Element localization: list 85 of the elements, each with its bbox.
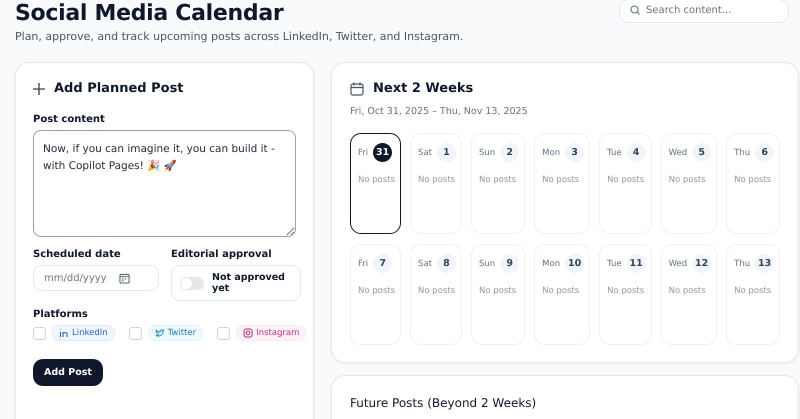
day-cell[interactable]: Wed 12 No posts (660, 244, 718, 345)
camera-icon (243, 328, 254, 338)
date-number: 5 (692, 143, 712, 162)
empty-day-text: No posts (542, 175, 580, 185)
date-range: Fri, Oct 31, 2025 – Thu, Nov 13, 2025 (350, 106, 529, 117)
day-cell[interactable]: Fri 7 No posts (350, 244, 402, 345)
calendar-title: Next 2 Weeks (373, 81, 474, 96)
weekday-label: Thu (734, 148, 750, 158)
field-label: Scheduled date (33, 249, 122, 260)
date-number: 9 (500, 254, 520, 273)
page-title: Social Media Calendar (15, 0, 285, 28)
date-number: 4 (626, 143, 646, 162)
empty-day-text: No posts (734, 286, 772, 296)
date-number: 1 (436, 143, 456, 162)
bird-icon (154, 328, 165, 338)
calendar-icon (119, 273, 130, 284)
empty-day-text: No posts (418, 175, 456, 185)
search-icon (629, 4, 641, 16)
empty-day-text: No posts (734, 175, 772, 185)
weekday-label: Tue (607, 148, 622, 158)
weekday-label: Sun (478, 258, 496, 268)
weekday-label: Tue (607, 258, 622, 268)
page-subtitle: Plan, approve, and track upcoming posts across LinkedIn, Twitter, and Instagram. (15, 30, 464, 43)
weekday-label: Fri (358, 148, 368, 158)
approval-toggle[interactable] (180, 276, 204, 290)
day-cell[interactable]: Wed 5 No posts (660, 133, 718, 234)
field-label: Editorial approval (171, 249, 273, 260)
day-cell[interactable]: Thu 6 No posts (726, 133, 780, 234)
platform-name: Twitter (168, 328, 196, 338)
platform-name: LinkedIn (72, 328, 108, 338)
day-cell[interactable]: Fri 31 No posts (350, 133, 402, 234)
day-cell[interactable]: Sat 8 No posts (410, 244, 462, 345)
day-cell[interactable]: Mon 3 No posts (534, 133, 590, 234)
empty-day-text: No posts (542, 286, 580, 296)
day-cell[interactable]: Sat 1 No posts (410, 133, 462, 234)
date-number: 13 (755, 254, 774, 273)
search-field[interactable]: Search content... (619, 0, 789, 22)
weekday-label: Fri (358, 258, 368, 268)
plus-icon (33, 82, 45, 94)
day-cell[interactable]: Tue 11 No posts (599, 244, 652, 345)
day-cell[interactable]: Thu 13 No posts (726, 244, 780, 345)
weekday-label: Thu (734, 258, 750, 268)
weekday-label: Wed (668, 258, 688, 268)
future-posts-title: Future Posts (Beyond 2 Weeks) (350, 396, 538, 410)
add-post-button[interactable]: Add Post (33, 359, 103, 386)
platform-checkbox[interactable] (217, 326, 230, 340)
date-field[interactable]: mm/dd/yyyy (33, 265, 159, 291)
date-number: 6 (755, 143, 774, 162)
empty-day-text: No posts (358, 175, 396, 185)
date-number: 10 (565, 254, 584, 273)
empty-day-text: No posts (607, 286, 644, 296)
weekday-label: Sun (478, 148, 496, 158)
weekday-label: Mon (542, 258, 560, 268)
platform-checkbox[interactable] (33, 326, 46, 340)
empty-day-text: No posts (668, 286, 706, 296)
empty-day-text: No posts (607, 175, 644, 185)
empty-day-text: No posts (418, 286, 456, 296)
date-number: 12 (692, 254, 712, 273)
empty-day-text: No posts (358, 286, 396, 296)
platform-checkbox[interactable] (128, 326, 142, 340)
day-cell[interactable]: Tue 4 No posts (599, 133, 652, 234)
linkedin-icon (59, 328, 69, 338)
day-cell[interactable]: Sun 9 No posts (470, 244, 526, 345)
weekday-label: Wed (668, 148, 688, 158)
calendar-icon (350, 82, 364, 96)
day-cell[interactable]: Sun 2 No posts (470, 133, 526, 234)
approval-status: Not approved yet (212, 272, 286, 294)
date-number: 8 (436, 254, 456, 273)
form-title: Add Planned Post (54, 81, 184, 96)
empty-day-text: No posts (668, 175, 706, 185)
date-number: 31 (373, 143, 392, 162)
post-content-field[interactable]: Now, if you can imagine it, you can build it - with Copilot Pages! 🎉 🚀 (33, 130, 296, 237)
date-number: 3 (565, 143, 584, 162)
weekday-label: Mon (542, 148, 560, 158)
date-number: 7 (373, 254, 392, 273)
field-label: Post content (33, 114, 106, 125)
day-cell[interactable]: Mon 10 No posts (534, 244, 590, 345)
date-number: 2 (500, 143, 520, 162)
empty-day-text: No posts (478, 175, 516, 185)
empty-day-text: No posts (478, 286, 516, 296)
platform-name: Instagram (256, 328, 300, 338)
weekday-label: Sat (418, 148, 432, 158)
field-label: Platforms (33, 309, 89, 320)
weekday-label: Sat (418, 258, 432, 268)
date-number: 11 (626, 254, 646, 273)
